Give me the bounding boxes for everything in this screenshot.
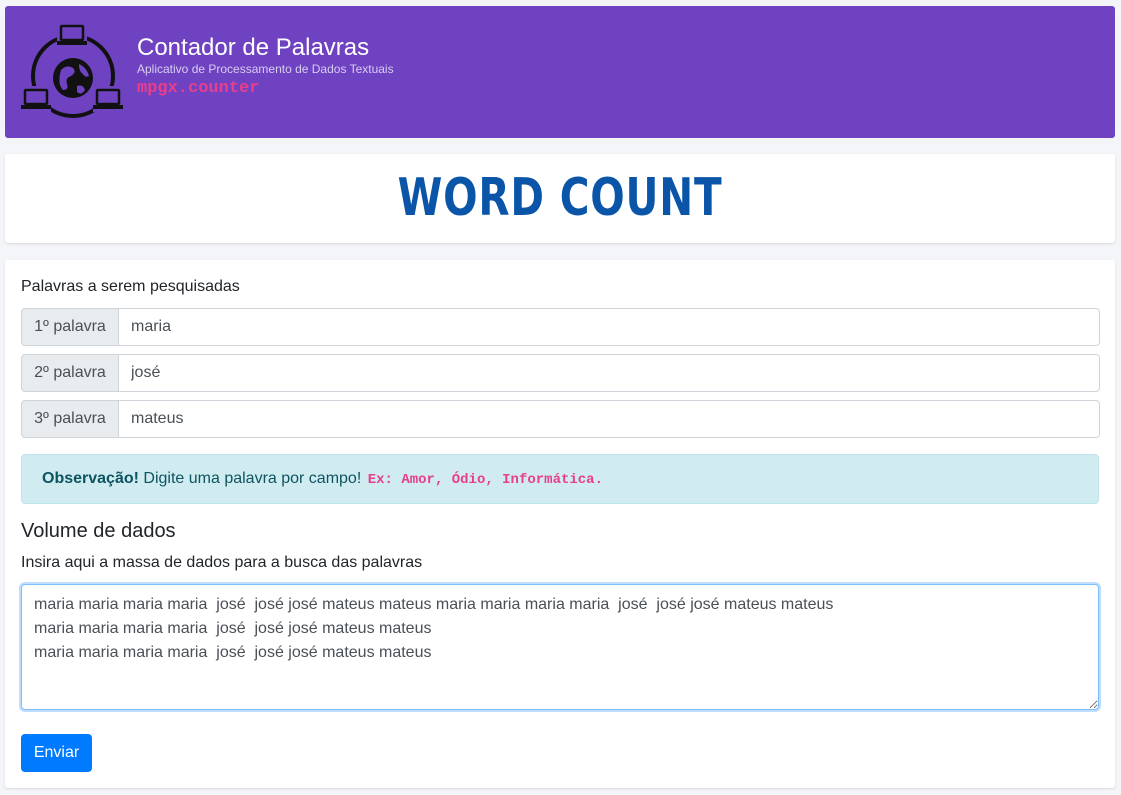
form-card: Palavras a serem pesquisadas 1º palavra … bbox=[5, 260, 1115, 788]
word-input-group-1: 1º palavra bbox=[21, 308, 1100, 346]
word-input-group-2: 2º palavra bbox=[21, 354, 1100, 392]
app-codename: mpgx.counter bbox=[137, 79, 260, 98]
word-prefix-1: 1º palavra bbox=[21, 308, 119, 346]
word-input-3[interactable] bbox=[118, 400, 1100, 438]
word-input-1[interactable] bbox=[118, 308, 1100, 346]
alert-text: Digite uma palavra por campo! bbox=[143, 470, 362, 487]
volume-title: Volume de dados bbox=[21, 520, 176, 542]
submit-button[interactable]: Enviar bbox=[21, 734, 92, 772]
alert-strong: Observação! bbox=[42, 470, 139, 487]
word-prefix-2: 2º palavra bbox=[21, 354, 119, 392]
alert-example: Ex: Amor, Ódio, Informática. bbox=[367, 472, 603, 488]
network-globe-icon bbox=[21, 24, 125, 118]
word-input-group-3: 3º palavra bbox=[21, 400, 1100, 438]
banner-card: WORD COUNT bbox=[5, 154, 1115, 243]
word-input-2[interactable] bbox=[118, 354, 1100, 392]
app-subtitle: Aplicativo de Processamento de Dados Tex… bbox=[137, 62, 394, 76]
app-header: Contador de Palavras Aplicativo de Proce… bbox=[5, 6, 1115, 138]
volume-label: Insira aqui a massa de dados para a busc… bbox=[21, 554, 423, 571]
data-textarea[interactable]: maria maria maria maria josé josé josé m… bbox=[21, 584, 1099, 710]
word-prefix-3: 3º palavra bbox=[21, 400, 119, 438]
banner-title: WORD COUNT bbox=[397, 168, 723, 228]
words-label: Palavras a serem pesquisadas bbox=[21, 278, 240, 295]
info-alert: Observação! Digite uma palavra por campo… bbox=[21, 454, 1099, 504]
app-title: Contador de Palavras bbox=[137, 34, 370, 61]
